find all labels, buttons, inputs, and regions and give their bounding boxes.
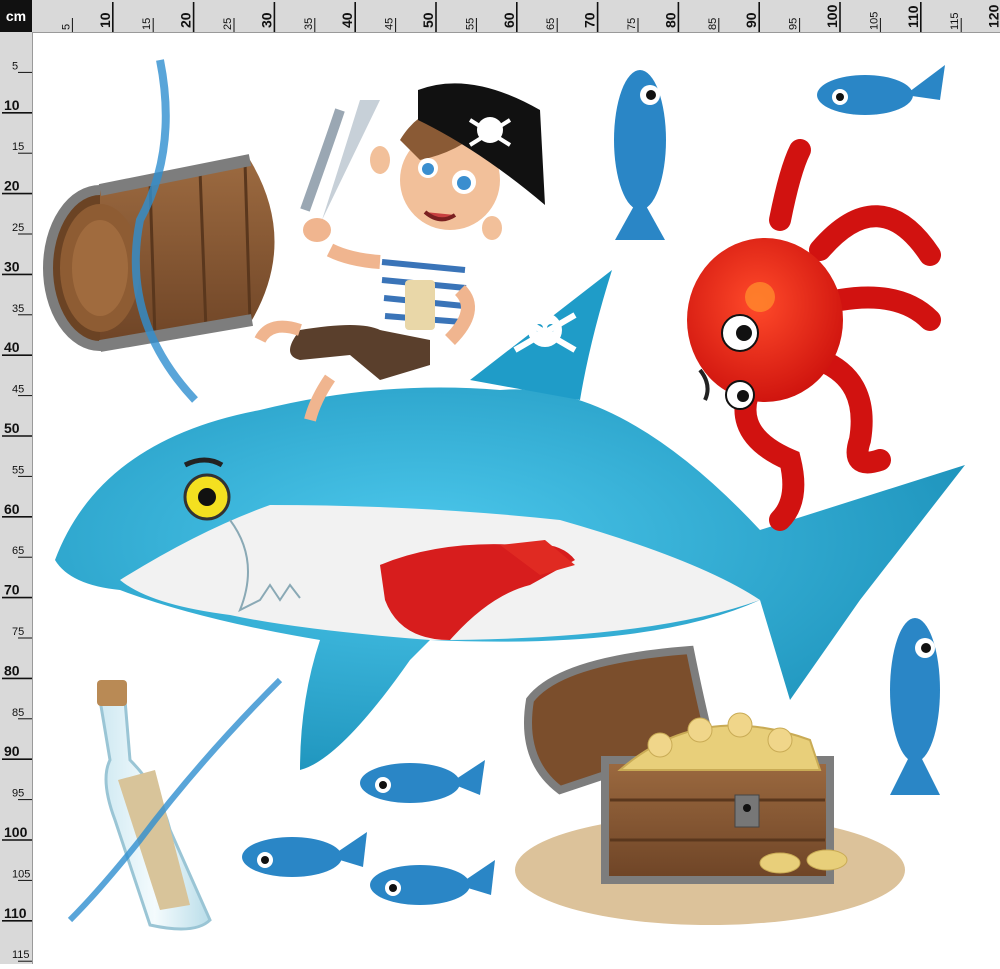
top-ruler-label: 120 xyxy=(986,4,1000,28)
left-ruler-label: 55 xyxy=(12,464,24,476)
left-ruler-label: 25 xyxy=(12,222,24,234)
top-ruler-label: 85 xyxy=(707,18,719,30)
left-ruler-label: 115 xyxy=(12,949,30,961)
left-ruler-label: 90 xyxy=(4,743,20,759)
treasure-chest xyxy=(515,645,905,925)
left-ruler-label: 110 xyxy=(4,905,27,921)
left-ruler: 5 10 15 20 25 30 35 40 45 50 55 60 65 70 75 80 85 90 95 100… xyxy=(0,32,33,964)
octopus xyxy=(687,139,941,531)
illustration-canvas xyxy=(43,59,965,931)
top-ruler-label: 15 xyxy=(141,18,153,30)
left-ruler-label: 15 xyxy=(12,141,24,153)
top-ruler: 5 10 15 20 25 30 35 40 45 50 55 60 65 70 75 80 85 90 95 100… xyxy=(0,0,1000,33)
top-ruler-label: 75 xyxy=(626,18,638,30)
left-ruler-label: 50 xyxy=(4,420,20,436)
fish-3 xyxy=(890,618,940,795)
top-ruler-label: 30 xyxy=(258,12,274,28)
left-ruler-label: 35 xyxy=(12,303,24,315)
left-ruler-label: 5 xyxy=(12,60,18,72)
left-ruler-label: 20 xyxy=(4,178,20,194)
left-ruler-label: 105 xyxy=(12,868,30,880)
left-ruler-label: 10 xyxy=(4,97,20,113)
left-ruler-label: 100 xyxy=(4,824,28,840)
left-ruler-label: 70 xyxy=(4,582,20,598)
left-ruler-label: 95 xyxy=(12,788,24,800)
top-ruler-label: 70 xyxy=(582,12,598,28)
top-ruler-label: 5 xyxy=(60,24,72,30)
left-ruler-label: 40 xyxy=(4,339,20,355)
top-ruler-label: 80 xyxy=(662,12,678,28)
barrel xyxy=(43,59,275,403)
pirate-boy xyxy=(254,83,545,422)
fish-6 xyxy=(370,860,495,905)
left-ruler-label: 60 xyxy=(4,501,20,517)
fish-2 xyxy=(817,65,945,115)
fish-5 xyxy=(242,832,367,877)
top-ruler-label: 115 xyxy=(949,12,961,30)
fish-1 xyxy=(614,70,666,240)
top-ruler-label: 60 xyxy=(501,12,517,28)
fish-4 xyxy=(360,760,485,803)
message-bottle xyxy=(67,677,283,931)
top-ruler-label: 10 xyxy=(97,12,113,28)
top-ruler-label: 20 xyxy=(178,12,194,28)
top-ruler-label: 35 xyxy=(303,18,315,30)
left-ruler-label: 75 xyxy=(12,626,24,638)
top-ruler-scale: 5 10 15 20 25 30 35 40 45 50 55 60 65 70 75 80 85 90 95 100… xyxy=(60,2,1000,32)
top-ruler-label: 50 xyxy=(420,12,436,28)
top-ruler-label: 65 xyxy=(545,18,557,30)
top-ruler-label: 45 xyxy=(384,18,396,30)
top-ruler-label: 110 xyxy=(905,5,921,28)
top-ruler-label: 100 xyxy=(824,4,840,28)
top-ruler-label: 105 xyxy=(868,12,880,30)
left-ruler-label: 80 xyxy=(4,662,20,678)
unit-label: cm xyxy=(0,0,32,32)
left-ruler-label: 85 xyxy=(12,707,24,719)
top-ruler-label: 95 xyxy=(788,18,800,30)
left-ruler-label: 65 xyxy=(12,545,24,557)
top-ruler-label: 90 xyxy=(743,12,759,28)
left-ruler-scale: 5 10 15 20 25 30 35 40 45 50 55 60 65 70 75 80 85 90 95 100… xyxy=(2,60,32,962)
top-ruler-label: 40 xyxy=(339,12,355,28)
top-ruler-label: 25 xyxy=(222,18,234,30)
skull-crossbones-icon xyxy=(513,312,577,353)
top-ruler-label: 55 xyxy=(464,18,476,30)
shark xyxy=(55,270,965,770)
left-ruler-label: 45 xyxy=(12,384,24,396)
left-ruler-label: 30 xyxy=(4,258,20,274)
